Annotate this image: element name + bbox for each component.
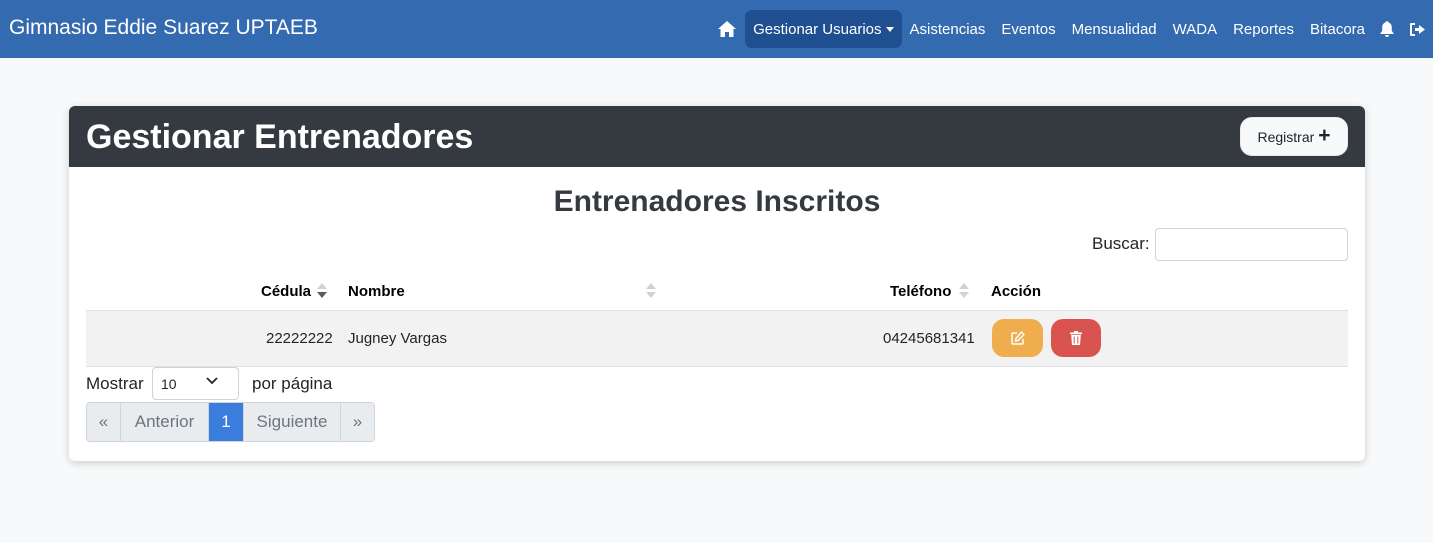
column-header-cedula[interactable]: Cédula — [261, 283, 311, 300]
plus-icon: + — [1318, 124, 1331, 147]
top-navbar: Gimnasio Eddie Suarez UPTAEB Gestionar U… — [0, 0, 1433, 58]
page-current[interactable]: 1 — [209, 403, 244, 441]
nav-gestionar-usuarios[interactable]: Gestionar Usuarios — [745, 10, 902, 48]
nav-notifications[interactable] — [1373, 10, 1401, 48]
nav-home[interactable] — [709, 10, 745, 48]
nav-asistencias[interactable]: Asistencias — [902, 10, 994, 48]
card-header: Gestionar Entrenadores Registrar + — [69, 106, 1365, 167]
nav-reportes[interactable]: Reportes — [1225, 10, 1302, 48]
register-button-label: Registrar — [1257, 128, 1315, 145]
search-label: Buscar: — [1092, 234, 1150, 253]
nav-wada[interactable]: WADA — [1165, 10, 1225, 48]
brand-title[interactable]: Gimnasio Eddie Suarez UPTAEB — [9, 16, 318, 40]
pagination: « Anterior 1 Siguiente » — [86, 402, 375, 442]
nav-logout[interactable] — [1401, 10, 1433, 48]
home-icon — [718, 21, 737, 37]
nav-mensualidad[interactable]: Mensualidad — [1064, 10, 1165, 48]
trainers-card: Gestionar Entrenadores Registrar + Entre… — [69, 106, 1365, 461]
page-next[interactable]: Siguiente — [244, 403, 341, 441]
search-input[interactable] — [1155, 228, 1348, 261]
column-header-nombre[interactable]: Nombre — [348, 283, 405, 300]
nav-eventos[interactable]: Eventos — [993, 10, 1063, 48]
bell-icon — [1380, 21, 1394, 37]
page-first[interactable]: « — [87, 403, 121, 441]
sort-icon[interactable] — [317, 282, 327, 300]
page-title: Gestionar Entrenadores — [86, 118, 474, 156]
logout-icon — [1409, 22, 1425, 36]
page-last[interactable]: » — [341, 403, 374, 441]
nav-menu: Gestionar Usuarios Asistencias Eventos M… — [709, 10, 1433, 48]
per-page-select[interactable]: 10 — [152, 367, 239, 400]
edit-icon — [1010, 331, 1025, 345]
section-title: Entrenadores Inscritos — [553, 185, 881, 218]
sort-icon[interactable] — [959, 282, 969, 300]
trash-icon — [1070, 331, 1082, 345]
delete-button[interactable] — [1051, 319, 1101, 357]
page-prev[interactable]: Anterior — [121, 403, 209, 441]
show-label: Mostrar — [86, 374, 144, 393]
chevron-down-icon — [206, 377, 218, 385]
nav-bitacora[interactable]: Bitacora — [1302, 10, 1373, 48]
cell-nombre: Jugney Vargas — [348, 330, 447, 347]
caret-down-icon — [885, 27, 894, 32]
sort-icon[interactable] — [646, 282, 656, 300]
column-header-accion: Acción — [991, 283, 1042, 300]
edit-button[interactable] — [992, 319, 1043, 357]
column-header-telefono[interactable]: Teléfono — [890, 283, 951, 300]
cell-cedula: 22222222 — [266, 330, 333, 347]
table-header: Cédula Nombre Teléfono Acción — [86, 276, 1348, 311]
table-row: 22222222 Jugney Vargas 04245681341 — [86, 311, 1348, 367]
per-page-value: 10 — [161, 376, 177, 392]
nav-gestionar-usuarios-label: Gestionar Usuarios — [753, 20, 882, 38]
per-page-label: por página — [252, 374, 333, 393]
register-button[interactable]: Registrar + — [1240, 117, 1348, 156]
cell-telefono: 04245681341 — [883, 330, 975, 347]
